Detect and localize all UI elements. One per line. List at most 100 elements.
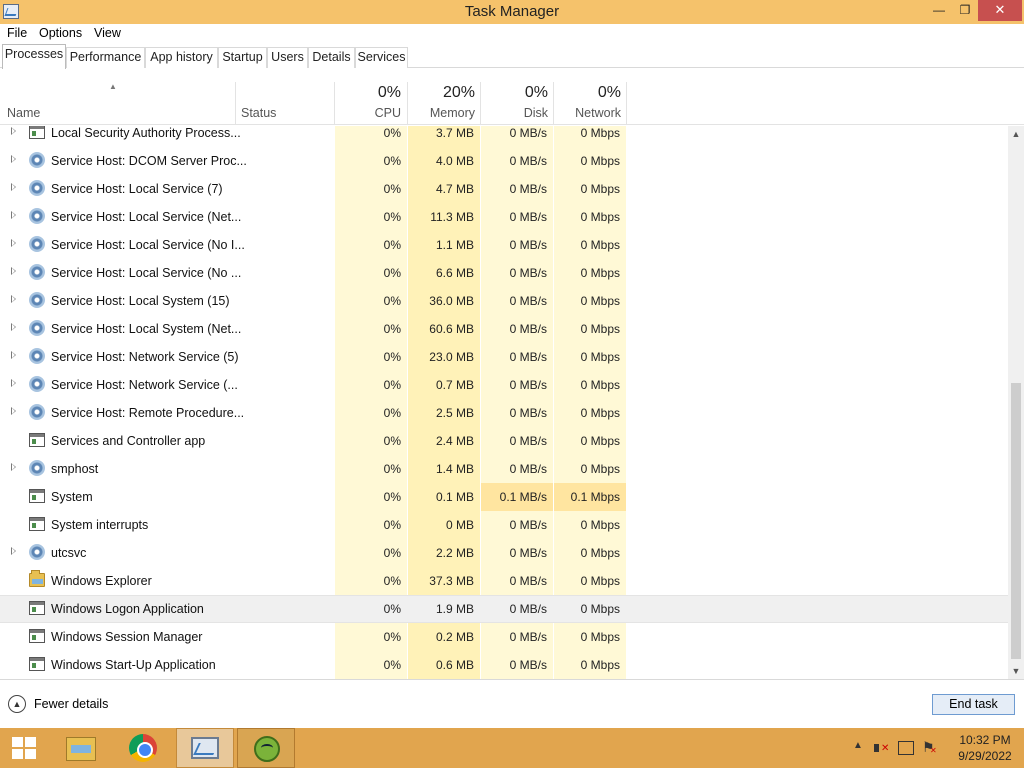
start-button[interactable] xyxy=(0,728,48,768)
process-cpu-value: 0% xyxy=(383,154,401,168)
tab-processes[interactable]: Processes xyxy=(2,44,66,69)
expand-arrow-icon[interactable] xyxy=(11,211,16,219)
process-row[interactable]: Service Host: Local Service (No I... 0% 1.… xyxy=(0,231,1008,259)
process-disk-value: 0 MB/s xyxy=(509,406,547,420)
close-button[interactable]: ✕ xyxy=(978,0,1022,21)
menu-bar: File Options View xyxy=(0,24,1024,44)
process-cpu-value: 0% xyxy=(383,210,401,224)
expand-arrow-icon[interactable] xyxy=(11,239,16,247)
end-task-button[interactable]: End task xyxy=(932,694,1015,715)
taskbar-frog-app[interactable] xyxy=(237,728,295,768)
process-cpu-value: 0% xyxy=(383,574,401,588)
scroll-thumb[interactable] xyxy=(1011,383,1021,659)
process-disk-value: 0 MB/s xyxy=(509,434,547,448)
window-title: Task Manager xyxy=(464,3,560,20)
process-row[interactable]: Service Host: Local Service (7) 0% 4.7 MB 0… xyxy=(0,175,1008,203)
process-cpu-value: 0% xyxy=(383,658,401,672)
disk-total-percent: 0% xyxy=(524,84,548,101)
process-row[interactable]: System 0% 0.1 MB 0.1 MB/s 0.1 Mbps xyxy=(0,483,1008,511)
expand-arrow-icon[interactable] xyxy=(11,463,16,471)
gear-icon xyxy=(29,152,45,168)
column-name-header[interactable]: ▲ Name xyxy=(0,68,235,125)
menu-view[interactable]: View xyxy=(94,26,121,40)
process-cpu-value: 0% xyxy=(383,602,401,616)
column-cpu-header[interactable]: 0% CPU xyxy=(335,68,407,125)
volume-muted-icon[interactable] xyxy=(874,741,890,755)
scroll-up-arrow-icon[interactable]: ▲ xyxy=(1008,126,1024,142)
fewer-details-link[interactable]: Fewer details xyxy=(34,697,108,711)
expand-arrow-icon[interactable] xyxy=(11,295,16,303)
expand-arrow-icon[interactable] xyxy=(11,323,16,331)
process-name: Service Host: Local Service (No I... xyxy=(51,238,245,252)
process-row[interactable]: Service Host: DCOM Server Proc... 0% 4.0 M… xyxy=(0,147,1008,175)
column-status-header[interactable]: Status xyxy=(235,68,335,125)
expand-arrow-icon[interactable] xyxy=(11,379,16,387)
process-cpu-value: 0% xyxy=(383,434,401,448)
scroll-down-arrow-icon[interactable]: ▼ xyxy=(1008,663,1024,679)
process-row[interactable]: Windows Logon Application 0% 1.9 MB 0 MB/s 0… xyxy=(0,595,1008,623)
process-disk-value: 0 MB/s xyxy=(509,266,547,280)
process-row[interactable]: Service Host: Local System (Net... 0% 60.6… xyxy=(0,315,1008,343)
process-list[interactable]: Local Security Authority Process... 0% 3.7… xyxy=(0,126,1008,679)
clock-date[interactable]: 9/29/2022 xyxy=(954,749,1016,763)
process-row[interactable]: Service Host: Network Service (... 0% 0.7 … xyxy=(0,371,1008,399)
process-row[interactable]: Windows Session Manager 0% 0.2 MB 0 MB/s 0 M… xyxy=(0,623,1008,651)
process-name: Service Host: Local Service (7) xyxy=(51,182,223,196)
clock-time[interactable]: 10:32 PM xyxy=(954,733,1016,747)
column-network-header[interactable]: 0% Network xyxy=(554,68,627,125)
tab-services[interactable]: Services xyxy=(355,47,408,68)
process-row[interactable]: Windows Start-Up Application 0% 0.6 MB 0 MB… xyxy=(0,651,1008,679)
process-row[interactable]: utcsvc 0% 2.2 MB 0 MB/s 0 Mbps xyxy=(0,539,1008,567)
process-row[interactable]: Service Host: Remote Procedure... 0% 2.5 M… xyxy=(0,399,1008,427)
process-row[interactable]: smphost 0% 1.4 MB 0 MB/s 0 Mbps xyxy=(0,455,1008,483)
process-cpu-value: 0% xyxy=(383,294,401,308)
process-memory-value: 2.2 MB xyxy=(435,546,474,560)
process-row[interactable]: Service Host: Local Service (Net... 0% 11.… xyxy=(0,203,1008,231)
column-disk-label: Disk xyxy=(523,106,548,120)
process-name: Service Host: Local System (Net... xyxy=(51,322,242,336)
process-memory-value: 37.3 MB xyxy=(429,574,474,588)
restore-button[interactable]: ❐ xyxy=(952,0,978,21)
process-cpu-value: 0% xyxy=(383,238,401,252)
process-row[interactable]: Service Host: Network Service (5) 0% 23.0 … xyxy=(0,343,1008,371)
process-disk-value: 0 MB/s xyxy=(509,238,547,252)
process-disk-value: 0.1 MB/s xyxy=(499,490,547,504)
column-memory-header[interactable]: 20% Memory xyxy=(408,68,481,125)
vertical-scrollbar[interactable]: ▲ ▼ xyxy=(1008,126,1024,679)
network-icon[interactable] xyxy=(898,741,914,755)
tab-app-history[interactable]: App history xyxy=(145,47,218,68)
menu-options[interactable]: Options xyxy=(39,26,82,40)
menu-file[interactable]: File xyxy=(7,26,27,40)
show-hidden-icons-icon[interactable]: ▲ xyxy=(853,740,863,751)
tab-details[interactable]: Details xyxy=(308,47,355,68)
process-row[interactable]: Service Host: Local System (15) 0% 36.0 MB… xyxy=(0,287,1008,315)
minimize-button[interactable]: — xyxy=(926,0,952,21)
tab-performance[interactable]: Performance xyxy=(66,47,145,68)
process-disk-value: 0 MB/s xyxy=(509,350,547,364)
action-center-flag-icon[interactable] xyxy=(922,739,938,756)
expand-arrow-icon[interactable] xyxy=(11,267,16,275)
chrome-icon xyxy=(129,734,157,762)
process-row[interactable]: Local Security Authority Process... 0% 3.7… xyxy=(0,126,1008,147)
tab-users[interactable]: Users xyxy=(267,47,308,68)
expand-arrow-icon[interactable] xyxy=(11,155,16,163)
column-disk-header[interactable]: 0% Disk xyxy=(481,68,554,125)
expand-arrow-icon[interactable] xyxy=(11,547,16,555)
expand-arrow-icon[interactable] xyxy=(11,407,16,415)
process-row[interactable]: Service Host: Local Service (No ... 0% 6.6… xyxy=(0,259,1008,287)
process-memory-value: 1.1 MB xyxy=(435,238,474,252)
collapse-circle-icon[interactable]: ▲ xyxy=(8,695,26,713)
column-divider[interactable] xyxy=(626,82,627,125)
expand-arrow-icon[interactable] xyxy=(11,351,16,359)
expand-arrow-icon[interactable] xyxy=(11,127,16,135)
tab-startup[interactable]: Startup xyxy=(218,47,267,68)
process-row[interactable]: System interrupts 0% 0 MB 0 MB/s 0 Mbps xyxy=(0,511,1008,539)
process-name: Service Host: Network Service (5) xyxy=(51,350,239,364)
taskbar-chrome[interactable] xyxy=(115,728,170,768)
expand-arrow-icon[interactable] xyxy=(11,183,16,191)
taskbar-task-manager[interactable] xyxy=(176,728,234,768)
process-row[interactable]: Windows Explorer 0% 37.3 MB 0 MB/s 0 Mbps xyxy=(0,567,1008,595)
taskbar-file-explorer[interactable] xyxy=(55,728,107,768)
process-row[interactable]: Services and Controller app 0% 2.4 MB 0 MB/… xyxy=(0,427,1008,455)
process-network-value: 0 Mbps xyxy=(580,602,620,616)
